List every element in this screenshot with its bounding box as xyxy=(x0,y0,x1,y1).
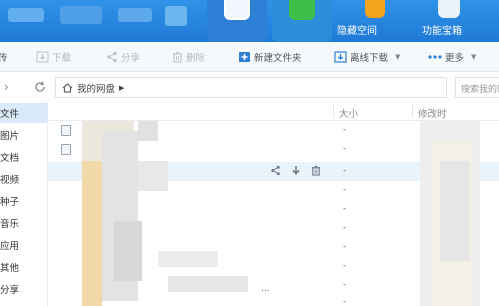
sidebar-item-label: 种子 xyxy=(0,197,20,208)
sidebar-item-label: 文件 xyxy=(0,109,20,120)
more-icon xyxy=(428,55,442,59)
new-folder-label: 新建文件夹 xyxy=(254,53,302,64)
share-icon xyxy=(107,51,117,63)
sidebar-item-label: 视频 xyxy=(0,175,20,186)
cloud-disk-tab[interactable] xyxy=(207,0,267,42)
category-sidebar: 文件 图片 文档 视频 种子 音乐 应用 其他 分享 xyxy=(0,101,48,306)
blurred-title-area xyxy=(8,8,44,22)
new-folder-icon xyxy=(239,52,250,62)
blurred-file-names xyxy=(168,276,248,292)
sidebar-item-shares[interactable]: 分享 xyxy=(0,279,47,299)
file-size: - xyxy=(343,242,347,252)
offline-download-label: 离线下载 xyxy=(350,53,389,64)
file-size: - xyxy=(343,166,347,176)
list-header: 大小 修改时 xyxy=(48,101,499,121)
offline-download-icon xyxy=(334,51,347,63)
file-size: - xyxy=(343,280,347,290)
blurred-title-area xyxy=(60,6,102,24)
more-button[interactable]: 更多 ▼ xyxy=(428,50,476,64)
file-size: - xyxy=(343,223,347,233)
row-actions xyxy=(270,165,321,176)
column-separator[interactable] xyxy=(412,104,413,118)
column-separator[interactable] xyxy=(333,104,334,118)
chevron-down-icon: ▼ xyxy=(471,53,477,61)
upload-button[interactable]: 传 xyxy=(0,50,8,64)
sidebar-item-torrents[interactable]: 种子 xyxy=(0,191,47,211)
sidebar-item-apps[interactable]: 应用 xyxy=(0,235,47,255)
sidebar-item-images[interactable]: 图片 xyxy=(0,125,47,145)
file-size: - xyxy=(343,125,347,135)
sidebar-item-other[interactable]: 其他 xyxy=(0,257,47,277)
lock-icon xyxy=(365,0,385,18)
delete-label: 删除 xyxy=(186,53,206,64)
offline-download-button[interactable]: 离线下载 ▼ xyxy=(334,50,400,64)
blurred-file-names xyxy=(138,161,168,191)
sidebar-item-videos[interactable]: 视频 xyxy=(0,169,47,189)
sidebar-item-files[interactable]: 文件 xyxy=(0,103,47,123)
file-size: - xyxy=(343,261,347,271)
column-header-size[interactable]: 大小 xyxy=(339,106,358,120)
truncated-name-ellipsis: ... xyxy=(261,284,270,294)
upload-label: 传 xyxy=(0,53,8,64)
download-icon[interactable] xyxy=(291,165,301,176)
private-space-label: 隐藏空间 xyxy=(337,26,377,37)
sidebar-item-label: 其他 xyxy=(0,263,20,274)
share-button[interactable]: 分享 xyxy=(106,50,140,64)
breadcrumb-root[interactable]: 我的网盘 xyxy=(77,81,115,95)
share-label: 分享 xyxy=(121,53,141,64)
sync-tab[interactable] xyxy=(272,0,332,42)
breadcrumb-arrow-icon[interactable]: ▶ xyxy=(119,84,124,92)
blurred-file-names xyxy=(158,251,218,267)
feature-treasure-label: 功能宝箱 xyxy=(422,26,462,37)
trash-icon xyxy=(173,52,182,63)
sidebar-item-label: 应用 xyxy=(0,241,20,252)
sidebar-item-documents[interactable]: 文档 xyxy=(0,147,47,167)
more-label: 更多 xyxy=(445,53,465,64)
blurred-title-area xyxy=(118,8,152,22)
refresh-icon[interactable] xyxy=(34,81,46,93)
sidebar-item-music[interactable]: 音乐 xyxy=(0,213,47,233)
file-list: 大小 修改时 - - - - - - - - - - ... xyxy=(48,101,499,306)
blurred-title-area xyxy=(165,6,187,26)
address-bar: › 我的网盘 ▶ 搜索我的网盘 xyxy=(0,73,499,101)
file-size: - xyxy=(343,297,347,306)
sidebar-item-label: 图片 xyxy=(0,131,20,142)
delete-button[interactable]: 删除 xyxy=(172,50,205,64)
shield-icon xyxy=(438,0,460,18)
column-header-modified[interactable]: 修改时 xyxy=(418,106,447,120)
download-button[interactable]: 下载 xyxy=(36,50,71,64)
top-banner: 隐藏空间 功能宝箱 xyxy=(0,0,499,42)
sidebar-item-label: 文档 xyxy=(0,153,20,164)
forward-icon[interactable]: › xyxy=(4,80,9,94)
file-size: - xyxy=(343,204,347,214)
trash-icon[interactable] xyxy=(311,165,321,176)
blurred-file-names xyxy=(82,161,102,306)
file-size: - xyxy=(343,185,347,195)
file-checkbox[interactable] xyxy=(61,125,71,136)
file-size: - xyxy=(343,144,347,154)
sidebar-item-label: 音乐 xyxy=(0,219,20,230)
share-icon[interactable] xyxy=(270,165,281,176)
blurred-file-names xyxy=(138,121,158,141)
sidebar-item-label: 分享 xyxy=(0,285,20,296)
download-icon xyxy=(36,51,49,63)
new-folder-button[interactable]: 新建文件夹 xyxy=(238,50,302,64)
search-input[interactable]: 搜索我的网盘 xyxy=(455,77,499,98)
chevron-down-icon[interactable]: ▼ xyxy=(395,53,400,61)
sync-icon xyxy=(289,0,315,20)
file-checkbox[interactable] xyxy=(61,144,71,155)
home-icon xyxy=(62,82,73,93)
download-label: 下载 xyxy=(52,53,72,64)
blurred-modified-dates xyxy=(440,161,470,261)
toolbar: 传 下载 分享 删除 新建文件夹 离线下载 ▼ 更多 ▼ xyxy=(0,42,499,72)
cloud-disk-icon xyxy=(224,0,250,20)
blurred-file-names xyxy=(114,221,142,281)
address-field[interactable]: 我的网盘 ▶ xyxy=(55,77,447,98)
